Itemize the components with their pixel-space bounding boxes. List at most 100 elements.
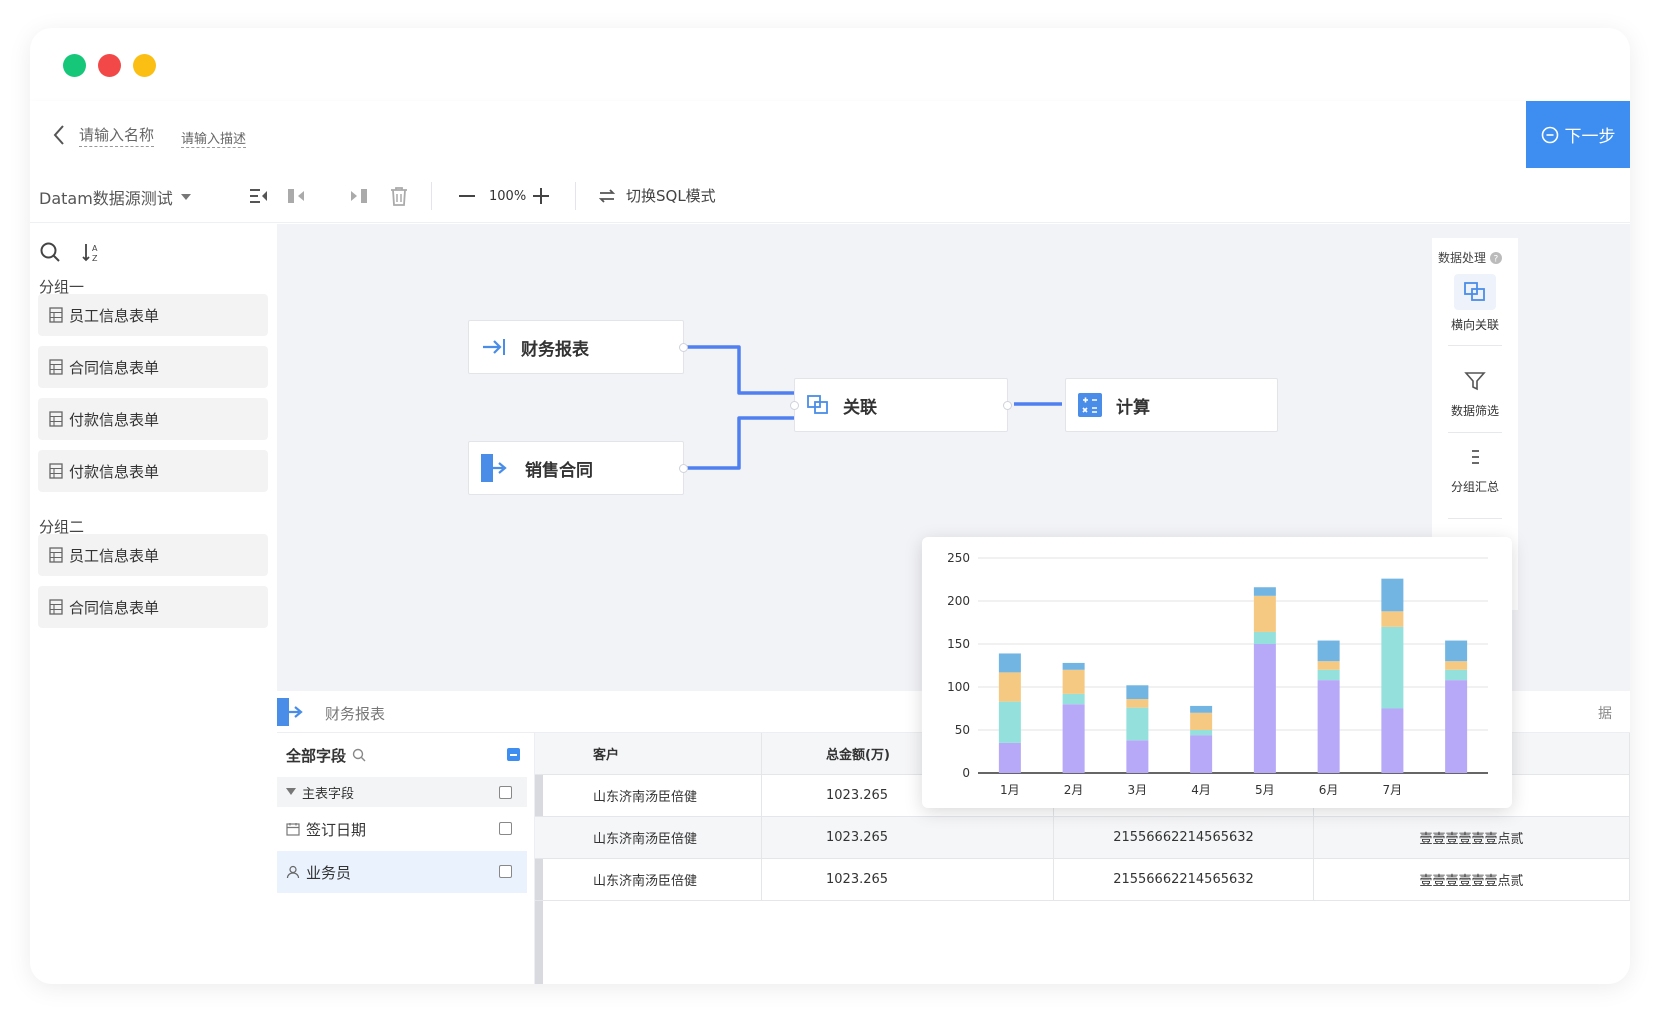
toolbar: Datam数据源测试 100% 切换SQL模式: [30, 168, 1630, 223]
search-icon[interactable]: [352, 748, 366, 762]
calendar-icon: [286, 823, 300, 836]
sidebar-table-item[interactable]: 付款信息表单: [38, 398, 268, 440]
zoom-in-icon[interactable]: [529, 184, 553, 208]
y-tick-label: 250: [947, 551, 970, 565]
swap-icon: [598, 188, 616, 203]
bar-segment: [1253, 587, 1276, 596]
switch-sql-mode-button[interactable]: 切换SQL模式: [598, 185, 716, 206]
sidebar-table-item[interactable]: 员工信息表单: [38, 534, 268, 576]
table-cell: 壹壹壹壹壹壹点贰: [1314, 859, 1630, 901]
bar-segment: [1317, 669, 1340, 681]
bar-segment: [1317, 661, 1340, 670]
node-label: 关联: [843, 397, 877, 418]
sidebar-table-label: 员工信息表单: [69, 306, 160, 325]
node-label: 销售合同: [525, 460, 593, 481]
caret-down-icon: [180, 194, 191, 200]
description-input[interactable]: 请输入描述: [181, 128, 247, 148]
sidebar-table-label: 员工信息表单: [69, 546, 160, 565]
bar-segment: [1062, 669, 1085, 694]
field-group-label: 主表字段: [302, 786, 355, 802]
bar-segment: [1445, 669, 1468, 681]
panel-separator: [1448, 345, 1502, 346]
x-tick-label: 3月: [1128, 783, 1148, 797]
sidebar-table-item[interactable]: 员工信息表单: [38, 294, 268, 336]
tool-horizontal-join[interactable]: 横向关联: [1432, 274, 1518, 333]
name-input[interactable]: 请输入名称: [79, 124, 155, 147]
bar-segment: [1317, 640, 1340, 662]
field-checkbox[interactable]: [499, 822, 512, 835]
minimize-button[interactable]: [133, 54, 156, 77]
tool-group-summary[interactable]: 分组汇总: [1432, 448, 1518, 495]
node-label: 计算: [1116, 397, 1150, 418]
help-icon[interactable]: ?: [1490, 251, 1503, 264]
bar-segment: [1381, 626, 1404, 709]
tool-data-filter[interactable]: 数据筛选: [1432, 370, 1518, 419]
collapse-left-icon[interactable]: [247, 184, 271, 208]
align-left-icon[interactable]: [285, 184, 309, 208]
x-tick-label: 5月: [1255, 783, 1275, 797]
field-row[interactable]: 签订日期: [277, 807, 527, 851]
zoom-out-icon[interactable]: [455, 184, 479, 208]
field-label: 业务员: [306, 863, 352, 882]
sort-icon[interactable]: AZ: [81, 241, 103, 263]
datasource-select[interactable]: Datam数据源测试: [39, 185, 191, 209]
bar-segment: [1126, 740, 1149, 773]
preview-source-label: 财务报表: [325, 705, 386, 723]
sidebar-table-label: 付款信息表单: [69, 410, 160, 429]
table-header-cell[interactable]: 客户: [535, 733, 762, 775]
node-label: 财务报表: [521, 339, 589, 360]
trash-icon[interactable]: [387, 184, 411, 208]
bar-segment: [1381, 611, 1404, 627]
table-cell: 壹壹壹壹壹壹点贰: [1314, 817, 1630, 859]
svg-text:A: A: [92, 244, 98, 253]
field-checkbox[interactable]: [499, 865, 512, 878]
search-icon[interactable]: [39, 241, 61, 263]
field-checkbox[interactable]: [499, 786, 512, 799]
sidebar-table-item[interactable]: 合同信息表单: [38, 586, 268, 628]
node-finance-report[interactable]: 财务报表: [468, 320, 688, 374]
table-cell: 1023.265: [762, 859, 1054, 901]
node-calculate[interactable]: 计算: [1065, 378, 1278, 432]
close-button[interactable]: [98, 54, 121, 77]
node-sales-contract[interactable]: 销售合同: [468, 441, 688, 495]
next-step-button[interactable]: 下一步: [1526, 101, 1630, 168]
toolbar-divider: [575, 182, 576, 210]
select-all-checkbox[interactable]: [507, 748, 520, 761]
tool-label: 横向关联: [1450, 318, 1499, 332]
bar-segment: [1126, 707, 1149, 741]
output-port[interactable]: [679, 464, 688, 473]
back-arrow-icon[interactable]: [50, 123, 70, 147]
bar-segment: [1126, 699, 1149, 708]
connector-finance-join: [685, 345, 795, 395]
panel-separator: [1448, 518, 1502, 519]
output-port[interactable]: [679, 343, 688, 352]
bar-segment: [1381, 708, 1404, 773]
sidebar-table-label: 付款信息表单: [69, 462, 160, 481]
table-icon: [49, 599, 63, 615]
table-icon: [49, 463, 63, 479]
stacked-bar-chart: 0 50 100 150 200 250 1月 2月 3月 4月 5月 6月 7月: [947, 551, 1488, 797]
table-icon: [49, 547, 63, 563]
field-group-row[interactable]: 主表字段: [277, 777, 527, 807]
maximize-button[interactable]: [63, 54, 86, 77]
filter-icon: [1464, 372, 1486, 391]
sidebar-table-item[interactable]: 合同信息表单: [38, 346, 268, 388]
bar-segment: [1317, 680, 1340, 773]
bar-segment: [1190, 712, 1213, 730]
next-circle-icon: [1541, 126, 1558, 143]
output-port[interactable]: [1003, 401, 1012, 410]
align-right-icon[interactable]: [346, 184, 370, 208]
sidebar-table-item[interactable]: 付款信息表单: [38, 450, 268, 492]
node-join[interactable]: 关联: [790, 378, 1012, 432]
field-panel: 全部字段 主表字段 签订日期 业务员: [277, 733, 535, 984]
table-cell: 山东济南汤臣倍健: [535, 817, 762, 859]
connector-sales-join: [685, 416, 795, 470]
input-port[interactable]: [790, 401, 799, 410]
table-cell: 21556662214565632: [1054, 817, 1314, 859]
group-icon: [1472, 450, 1479, 464]
bar-segment: [1062, 662, 1085, 670]
top-header: 请输入名称 请输入描述 下一步: [30, 101, 1630, 168]
join-icon: [807, 395, 828, 414]
x-tick-label: 2月: [1064, 783, 1084, 797]
field-row[interactable]: 业务员: [277, 851, 527, 893]
